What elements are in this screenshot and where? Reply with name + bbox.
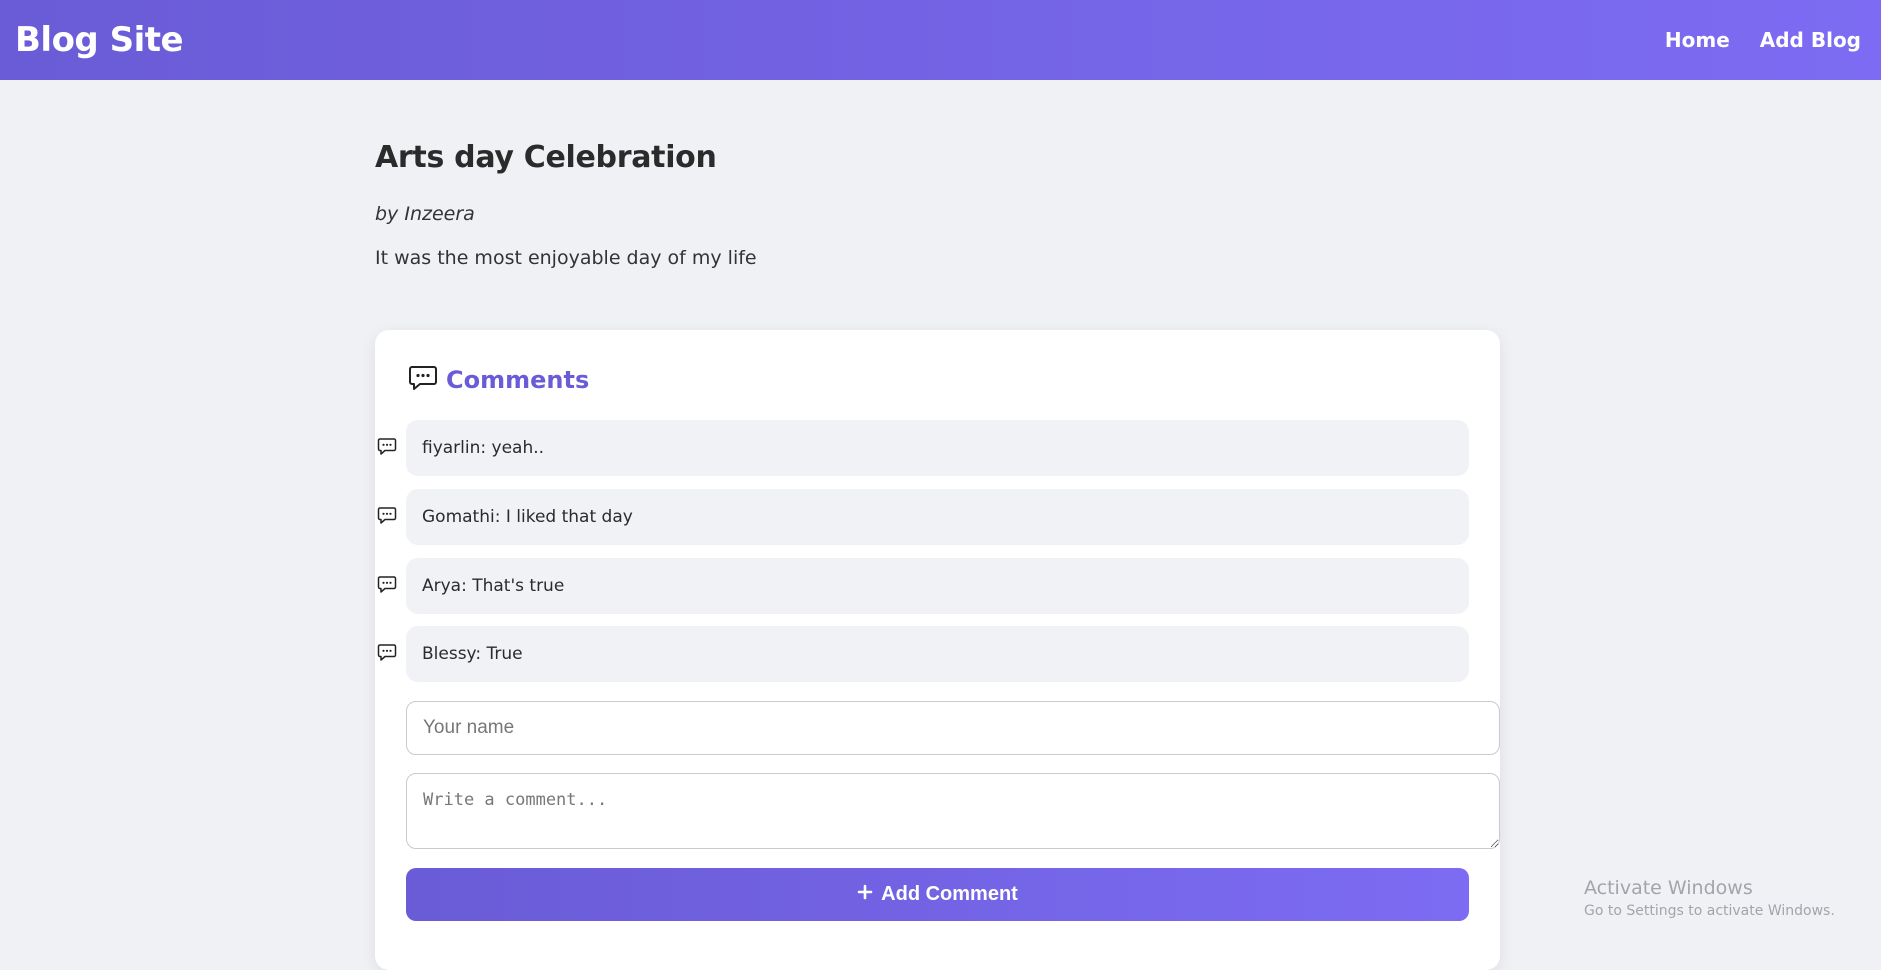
comment-icon bbox=[377, 575, 397, 598]
windows-activation-watermark: Activate Windows Go to Settings to activ… bbox=[1584, 877, 1835, 919]
comment-item: fiyarlin: yeah.. bbox=[375, 420, 1469, 476]
nav-home-link[interactable]: Home bbox=[1665, 28, 1730, 52]
add-comment-button[interactable]: Add Comment bbox=[406, 868, 1469, 921]
comment-item: Arya: That's true bbox=[375, 558, 1469, 614]
comment-item: Gomathi: I liked that day bbox=[375, 489, 1469, 545]
comment-icon bbox=[408, 364, 438, 396]
plus-icon bbox=[857, 883, 873, 906]
comment-text: Gomathi: I liked that day bbox=[406, 489, 1469, 545]
site-brand[interactable]: Blog Site bbox=[15, 20, 184, 60]
top-navbar: Blog Site Home Add Blog bbox=[0, 0, 1881, 80]
comments-card: Comments fiyarlin: yeah.. Gomathi: I lik… bbox=[375, 330, 1500, 970]
comment-textarea[interactable] bbox=[406, 773, 1500, 849]
comment-text: Arya: That's true bbox=[406, 558, 1469, 614]
comments-heading: Comments bbox=[446, 366, 590, 394]
comment-item: Blessy: True bbox=[375, 626, 1469, 682]
post-title: Arts day Celebration bbox=[375, 140, 717, 175]
comment-icon bbox=[377, 437, 397, 460]
main-nav: Home Add Blog bbox=[1665, 28, 1861, 52]
post-body: It was the most enjoyable day of my life bbox=[375, 247, 757, 269]
comments-header: Comments bbox=[408, 364, 589, 396]
blog-post: Arts day Celebration by Inzeera It was t… bbox=[375, 140, 1500, 269]
comment-icon bbox=[377, 643, 397, 666]
watermark-title: Activate Windows bbox=[1584, 877, 1753, 899]
comment-icon bbox=[377, 506, 397, 529]
nav-add-blog-link[interactable]: Add Blog bbox=[1760, 28, 1861, 52]
comment-text: Blessy: True bbox=[406, 626, 1469, 682]
comment-text: fiyarlin: yeah.. bbox=[406, 420, 1469, 476]
watermark-subtitle: Go to Settings to activate Windows. bbox=[1584, 903, 1835, 919]
name-input[interactable] bbox=[406, 701, 1500, 755]
add-comment-label: Add Comment bbox=[881, 883, 1018, 905]
post-author: by Inzeera bbox=[375, 203, 475, 225]
